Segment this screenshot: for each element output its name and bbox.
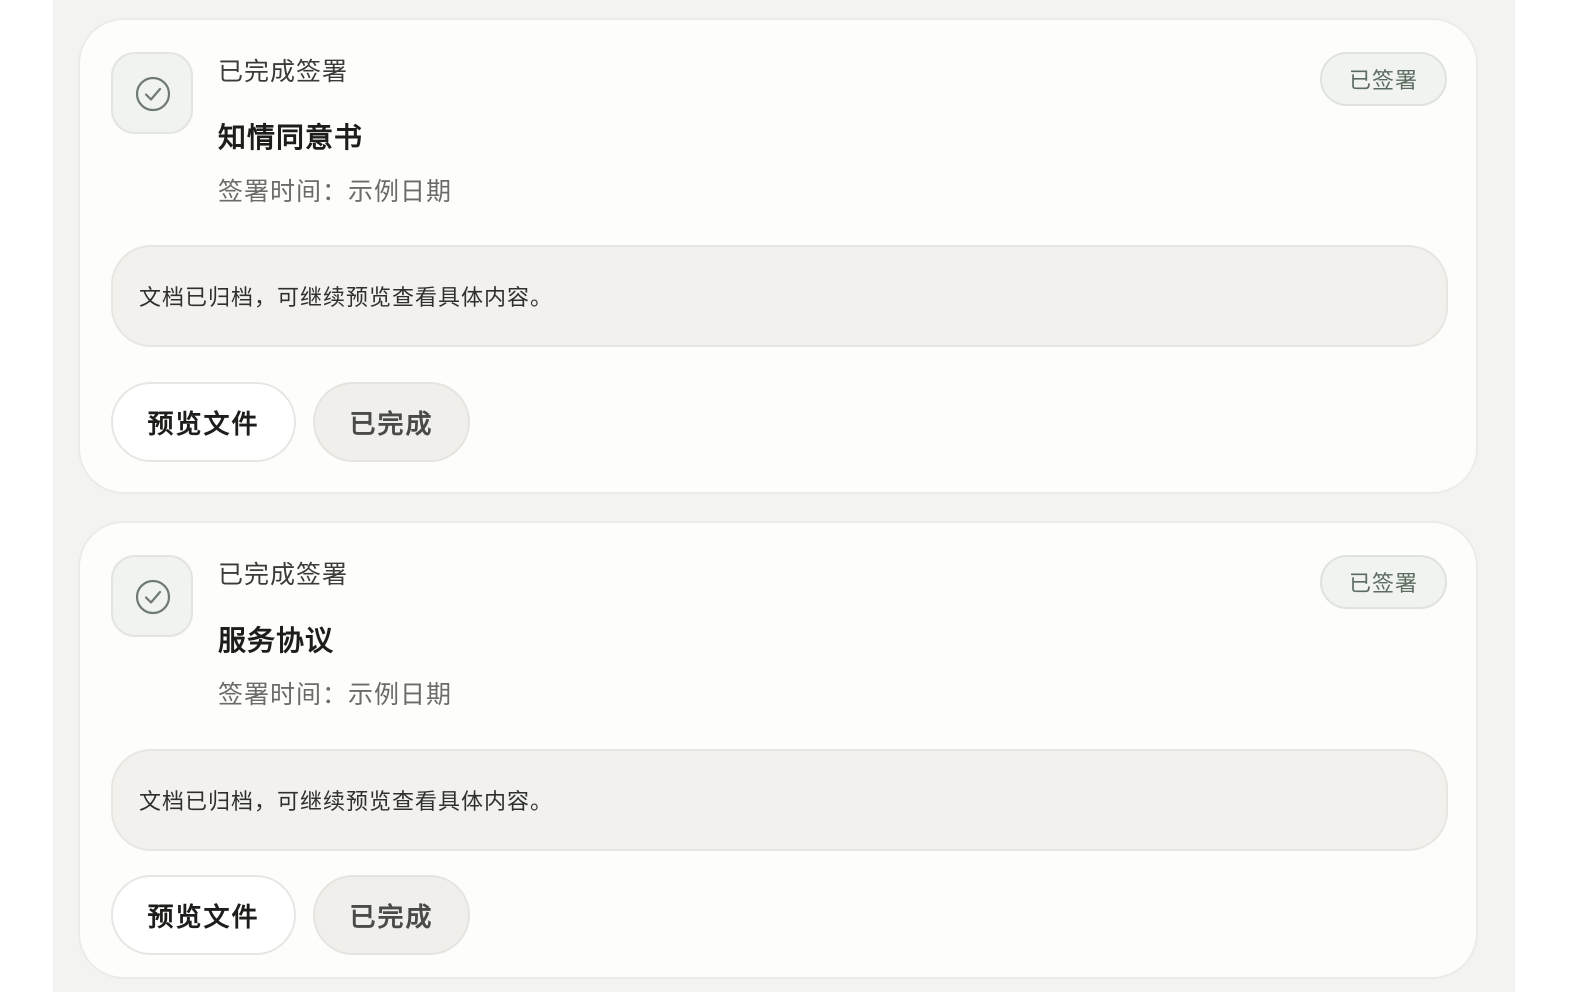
completed-button[interactable]: 已完成 <box>313 875 470 955</box>
status-badge: 已签署 <box>1320 52 1447 106</box>
status-badge: 已签署 <box>1320 555 1447 609</box>
document-card: 已完成签署 知情同意书 签署时间：示例日期 已签署 文档已归档，可继续预览查看具… <box>78 18 1478 494</box>
archive-note: 文档已归档，可继续预览查看具体内容。 <box>111 749 1448 851</box>
preview-file-button[interactable]: 预览文件 <box>111 382 296 462</box>
archive-note: 文档已归档，可继续预览查看具体内容。 <box>111 245 1448 347</box>
sign-time: 签署时间：示例日期 <box>218 177 453 206</box>
document-title: 服务协议 <box>218 624 335 657</box>
status-label: 已完成签署 <box>218 560 349 589</box>
document-card: 已完成签署 服务协议 签署时间：示例日期 已签署 文档已归档，可继续预览查看具体… <box>78 521 1478 979</box>
check-circle-icon <box>135 76 171 112</box>
status-icon-container <box>111 555 193 637</box>
preview-file-button[interactable]: 预览文件 <box>111 875 296 955</box>
document-list-page: 已完成签署 知情同意书 签署时间：示例日期 已签署 文档已归档，可继续预览查看具… <box>53 0 1515 992</box>
status-label: 已完成签署 <box>218 57 349 86</box>
sign-time: 签署时间：示例日期 <box>218 680 453 709</box>
status-icon-container <box>111 52 193 134</box>
completed-button[interactable]: 已完成 <box>313 382 470 462</box>
check-circle-icon <box>135 579 171 615</box>
document-title: 知情同意书 <box>218 121 364 154</box>
